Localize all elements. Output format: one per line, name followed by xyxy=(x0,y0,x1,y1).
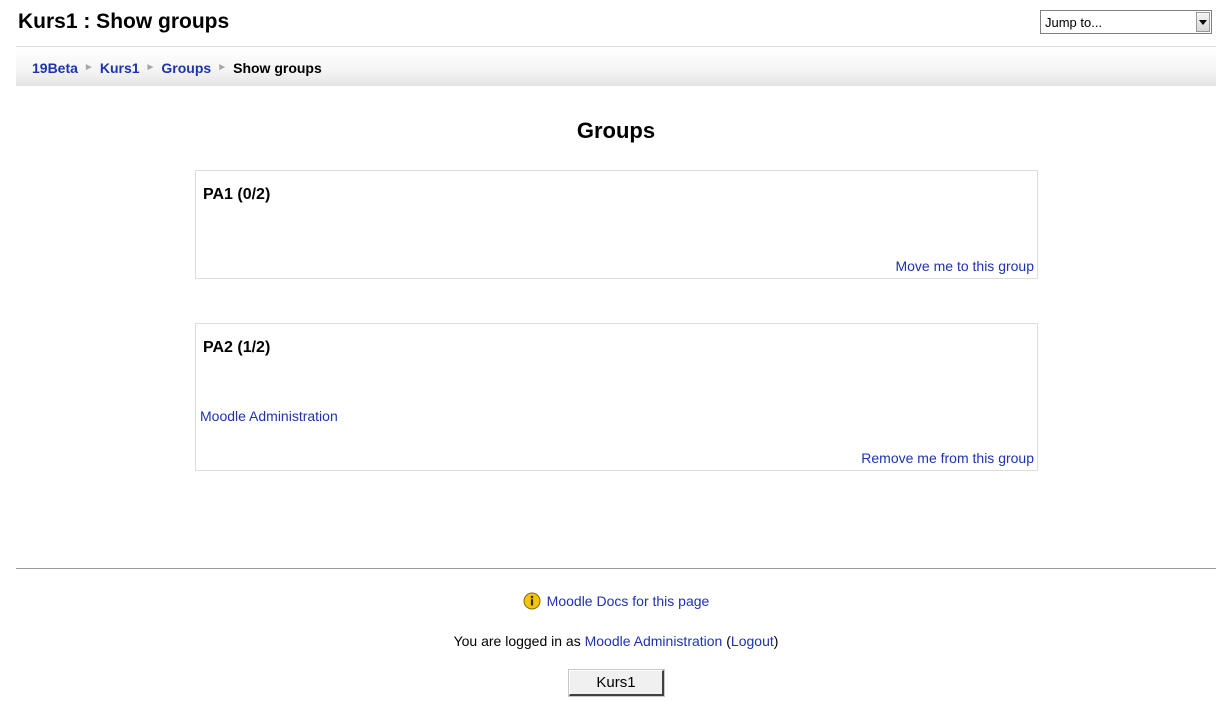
move-to-group-link[interactable]: Move me to this group xyxy=(895,258,1034,274)
page-header: Kurs1 : Show groups Jump to... xyxy=(0,0,1216,46)
group-member-link[interactable]: Moodle Administration xyxy=(200,408,338,424)
breadcrumb: 19Beta ► Kurs1 ► Groups ► Show groups xyxy=(32,59,322,77)
breadcrumb-link-course[interactable]: Kurs1 xyxy=(100,59,140,77)
page-title: Kurs1 : Show groups xyxy=(18,10,230,33)
remove-from-group-link[interactable]: Remove me from this group xyxy=(861,450,1034,466)
select-dropdown-button[interactable] xyxy=(1196,12,1210,32)
breadcrumb-separator-icon: ► xyxy=(83,62,94,73)
group-name: PA2 (1/2) xyxy=(203,339,271,356)
chevron-down-icon xyxy=(1199,19,1207,25)
footer-divider xyxy=(16,568,1216,569)
breadcrumb-link-site[interactable]: 19Beta xyxy=(32,59,78,77)
group-name: PA1 (0/2) xyxy=(203,186,271,203)
navbar: 19Beta ► Kurs1 ► Groups ► Show groups xyxy=(16,46,1216,86)
group-box-pa1: PA1 (0/2) Move me to this group xyxy=(195,170,1038,279)
docs-link-row: Moodle Docs for this page xyxy=(0,591,1216,611)
breadcrumb-link-groups[interactable]: Groups xyxy=(161,59,211,77)
jump-to-select[interactable]: Jump to... xyxy=(1040,10,1212,34)
breadcrumb-separator-icon: ► xyxy=(217,62,228,73)
logout-open-paren: ( xyxy=(722,633,731,649)
info-icon xyxy=(523,592,541,610)
section-heading: Groups xyxy=(576,118,656,143)
login-prefix: You are logged in as xyxy=(453,633,585,649)
login-info: You are logged in as Moodle Administrati… xyxy=(0,631,1216,651)
jump-to-select-value: Jump to... xyxy=(1045,14,1103,30)
breadcrumb-current: Show groups xyxy=(233,60,322,76)
moodle-docs-link[interactable]: Moodle Docs for this page xyxy=(547,591,710,611)
breadcrumb-separator-icon: ► xyxy=(145,62,156,73)
logout-link[interactable]: Logout xyxy=(731,633,774,649)
logout-close-paren: ) xyxy=(773,633,779,649)
group-box-pa2: PA2 (1/2) Moodle Administration Remove m… xyxy=(195,323,1038,471)
course-home-button[interactable]: Kurs1 xyxy=(568,669,665,697)
user-profile-link[interactable]: Moodle Administration xyxy=(585,633,723,649)
